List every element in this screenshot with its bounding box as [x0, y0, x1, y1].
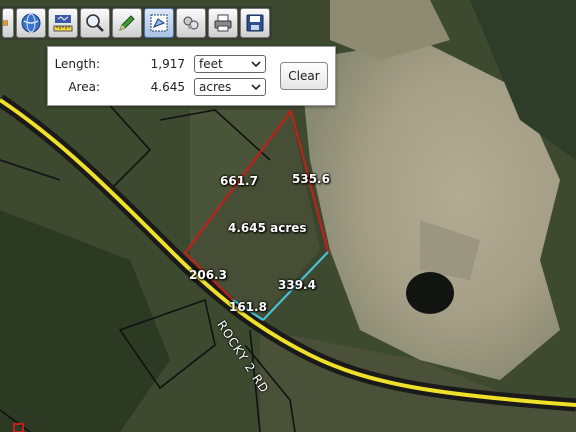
save-button[interactable] — [240, 8, 270, 38]
ruler-icon — [53, 15, 73, 32]
measure-tool-button[interactable] — [144, 8, 174, 38]
length-unit-value: feet — [199, 57, 223, 71]
shapes-icon — [183, 16, 199, 30]
edge-length-label: 339.4 — [278, 278, 316, 292]
measure-panel: Length: 1,917 feet Area: 4.645 acres Cle… — [47, 46, 336, 106]
print-button[interactable] — [208, 8, 238, 38]
scale-tool-button[interactable] — [48, 8, 78, 38]
area-unit-select[interactable]: acres — [194, 78, 266, 96]
pencil-icon — [119, 15, 135, 31]
area-row: Area: 4.645 acres — [48, 76, 278, 98]
tool-button[interactable] — [2, 8, 14, 38]
edge-length-label: 206.3 — [189, 268, 227, 282]
zoom-tool-button[interactable] — [80, 8, 110, 38]
measure-area-icon — [150, 14, 168, 32]
map-toolbar — [0, 6, 272, 40]
magnifier-icon — [86, 14, 104, 32]
area-value: 4.645 — [150, 80, 185, 94]
chevron-down-icon — [251, 61, 261, 68]
length-label: Length: — [54, 57, 100, 71]
print-icon — [214, 14, 232, 32]
area-label: 4.645 acres — [228, 221, 307, 235]
length-unit-select[interactable]: feet — [194, 55, 266, 73]
clear-button[interactable]: Clear — [280, 62, 328, 90]
area-label-text: Area: — [68, 80, 100, 94]
area-unit-value: acres — [199, 80, 232, 94]
globe-tool-button[interactable] — [16, 8, 46, 38]
edge-length-label: 661.7 — [220, 174, 258, 188]
draw-tool-button[interactable] — [112, 8, 142, 38]
pond — [406, 272, 454, 314]
edge-length-label: 535.6 — [292, 172, 330, 186]
globe-icon — [21, 13, 41, 33]
length-value: 1,917 — [150, 57, 185, 71]
shapes-tool-button[interactable] — [176, 8, 206, 38]
edge-length-label: 161.8 — [229, 300, 267, 314]
save-icon — [246, 14, 264, 32]
length-row: Length: 1,917 feet — [48, 53, 278, 75]
chevron-down-icon — [251, 84, 261, 91]
